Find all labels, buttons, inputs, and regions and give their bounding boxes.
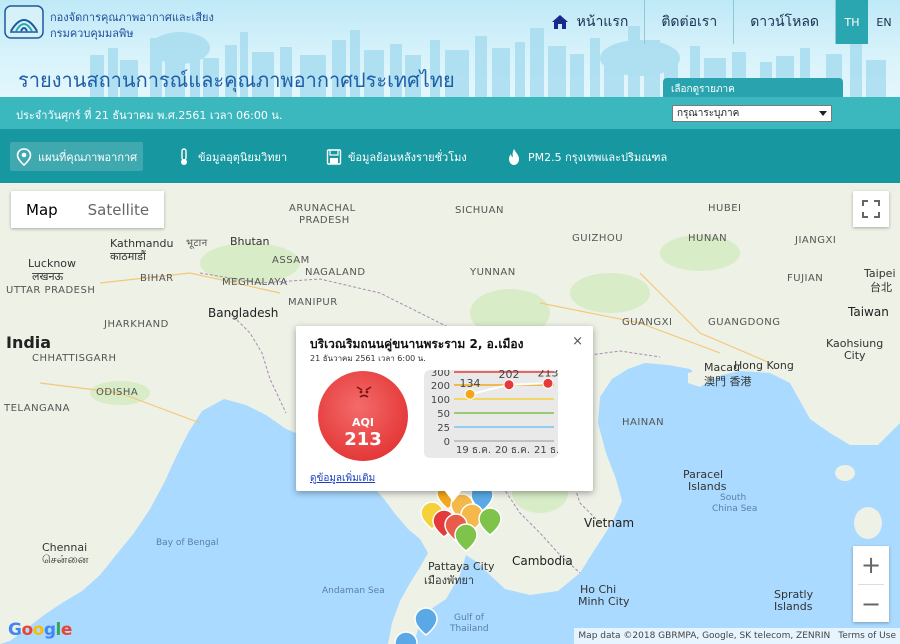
flame-icon — [509, 148, 519, 165]
chart-data-label: 134 — [460, 377, 481, 390]
station-marker[interactable] — [394, 631, 418, 644]
region-tab-label: เลือกดูรายภาค — [663, 78, 843, 97]
station-info-window: × บริเวณริมถนนคู่ขนานพระราม 2, อ.เมือง 2… — [296, 326, 593, 491]
chart-point — [464, 388, 476, 400]
thermometer-icon — [181, 147, 187, 165]
chart-point — [542, 377, 554, 389]
region-select-value: กรุณาระบุภาค — [677, 108, 740, 119]
station-marker[interactable] — [414, 607, 438, 636]
nav-home[interactable]: หน้าแรก — [535, 0, 646, 44]
lang-en-button[interactable]: EN — [868, 0, 900, 44]
zoom-in-button[interactable]: + — [853, 546, 889, 584]
chart-x-tick-label: 19 ธ.ค. — [456, 445, 491, 456]
top-navigation: หน้าแรก ติดต่อเรา ดาวน์โหลด TH EN — [535, 0, 900, 44]
station-marker[interactable] — [454, 523, 478, 552]
menu-pm25[interactable]: PM2.5 กรุงเทพและปริมณฑล — [500, 142, 673, 171]
map-type-control: Map Satellite — [11, 191, 165, 228]
chart-x-tick-label: 21 ธ.ค. — [534, 445, 558, 456]
menu-hourly-history-label: ข้อมูลย้อนหลังรายชั่วโมง — [348, 150, 467, 164]
aqi-value: 213 — [344, 429, 382, 450]
chart-y-tick-label: 50 — [437, 409, 450, 420]
save-icon — [326, 148, 342, 165]
lang-th-button[interactable]: TH — [836, 0, 868, 44]
menu-meteorology[interactable]: ข้อมูลอุตุนิยมวิทยา — [170, 142, 293, 171]
main-menu: แผนที่คุณภาพอากาศ ข้อมูลอุตุนิยมวิทยา ข้… — [0, 129, 900, 183]
menu-air-quality-map[interactable]: แผนที่คุณภาพอากาศ — [10, 142, 144, 171]
info-window-tail — [444, 490, 462, 502]
map-attribution: Map data ©2018 GBRMPA, Google, SK teleco… — [574, 628, 900, 644]
google-logo: Google — [8, 620, 72, 640]
nav-contact-label: ติดต่อเรา — [661, 14, 718, 30]
aqi-badge: AQI 213 — [318, 371, 408, 461]
chart-data-label: 202 — [499, 370, 520, 381]
nav-download-label: ดาวน์โหลด — [750, 14, 819, 30]
menu-air-quality-map-label: แผนที่คุณภาพอากาศ — [38, 150, 138, 164]
report-date: ประจำวันศุกร์ ที่ 21 ธันวาคม พ.ศ.2561 เว… — [16, 109, 283, 122]
aqi-label: AQI — [352, 416, 374, 429]
fullscreen-icon — [862, 200, 880, 218]
menu-pm25-label: PM2.5 กรุงเทพและปริมณฑล — [528, 150, 668, 164]
terms-link[interactable]: Terms of Use — [838, 631, 896, 641]
site-header: กองจัดการคุณภาพอากาศและเสียง กรมควบคุมมล… — [0, 0, 900, 97]
station-timestamp: 21 ธันวาคม 2561 เวลา 6:00 น. — [310, 354, 426, 363]
close-button[interactable]: × — [572, 334, 583, 349]
nav-home-label: หน้าแรก — [576, 14, 629, 30]
menu-meteorology-label: ข้อมูลอุตุนิยมวิทยา — [198, 150, 288, 164]
zoom-out-button[interactable]: − — [853, 585, 889, 623]
air-quality-map[interactable]: ARUNACHAL PRADESH SICHUAN HUBEI Kathmand… — [0, 183, 900, 644]
app-window: กองจัดการคุณภาพอากาศและเสียง กรมควบคุมมล… — [0, 0, 900, 644]
angry-face-icon — [356, 386, 372, 398]
nav-contact[interactable]: ติดต่อเรา — [645, 0, 735, 44]
more-info-link[interactable]: ดูข้อมูลเพิ่มเติม — [310, 471, 375, 486]
chart-y-tick-label: 100 — [431, 395, 450, 406]
chart-y-tick-label: 0 — [444, 437, 450, 448]
chart-y-tick-label: 200 — [431, 381, 450, 392]
page-title: รายงานสถานการณ์และคุณภาพอากาศประเทศไทย — [18, 68, 455, 92]
zoom-controls: + − — [853, 546, 889, 622]
aqi-trend-chart: 0 25 50 100 200 300 19 ธ.ค. 20 ธ.ค. 21 ธ.ค. 134 20… — [424, 366, 569, 458]
chart-data-label: 213 — [538, 370, 559, 379]
region-select[interactable]: กรุณาระบุภาค — [672, 105, 832, 122]
chart-y-tick-label: 300 — [431, 370, 450, 379]
menu-hourly-history[interactable]: ข้อมูลย้อนหลังรายชั่วโมง — [320, 142, 473, 171]
map-type-satellite-button[interactable]: Satellite — [73, 191, 164, 228]
org-name-line2: กรมควบคุมมลพิษ — [50, 27, 134, 40]
fullscreen-button[interactable] — [853, 191, 889, 227]
chart-y-tick-label: 25 — [437, 423, 450, 434]
station-marker[interactable] — [478, 507, 502, 536]
home-icon — [551, 15, 568, 29]
map-type-map-button[interactable]: Map — [11, 191, 73, 228]
caret-down-icon — [819, 111, 827, 116]
logo-icon — [4, 5, 44, 39]
trend-chart-svg: 0 25 50 100 200 300 19 ธ.ค. 20 ธ.ค. 21 ธ.ค. 134 20… — [431, 366, 569, 456]
chart-x-tick-label: 20 ธ.ค. — [495, 445, 530, 456]
chart-point — [503, 379, 515, 391]
attribution-text: Map data ©2018 GBRMPA, Google, SK teleco… — [578, 631, 831, 641]
nav-download[interactable]: ดาวน์โหลด — [734, 0, 836, 44]
map-pin-icon — [16, 147, 32, 166]
